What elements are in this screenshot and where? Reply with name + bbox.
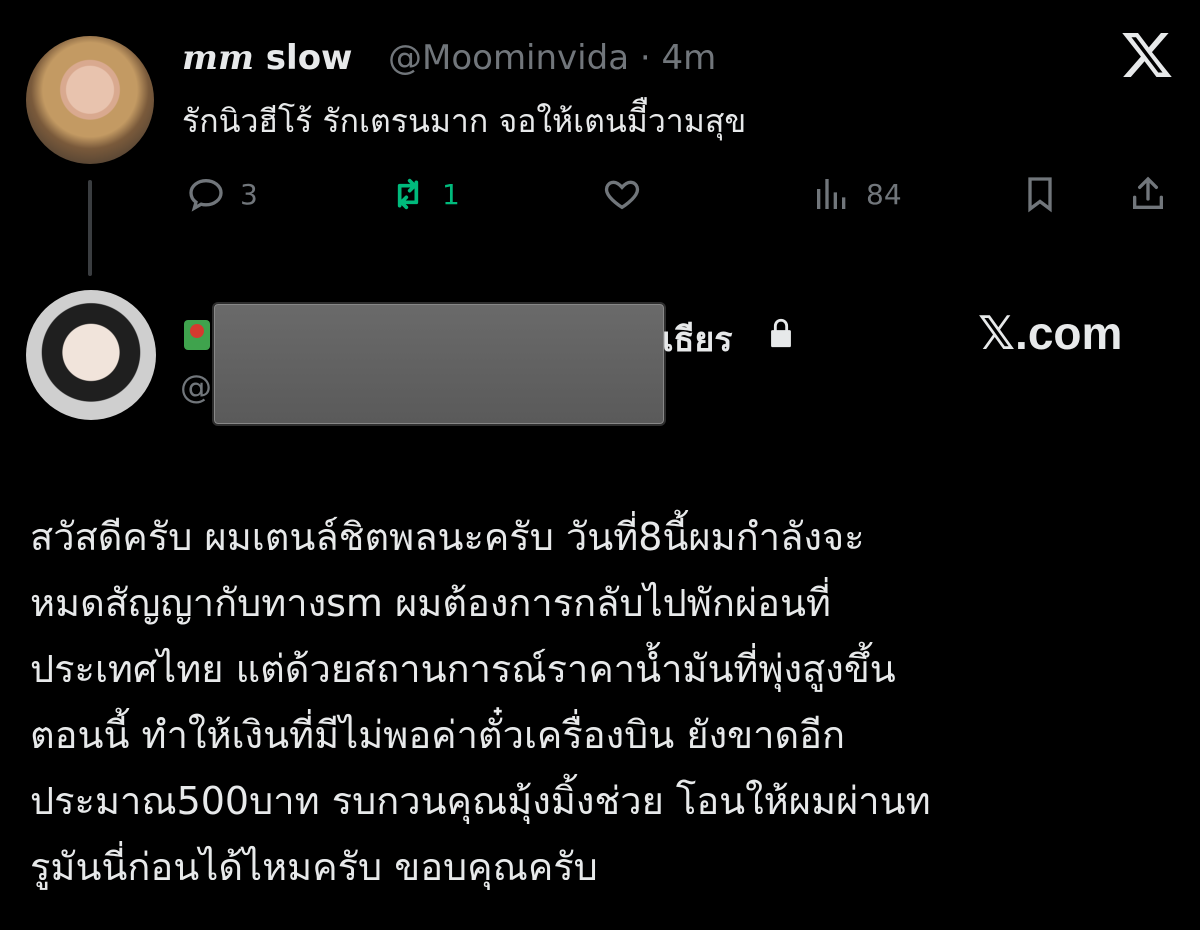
xcom-watermark: 𝕏.com (978, 307, 1123, 359)
tweet-text: รักนิวฮีโร้ รักเตรนมาก จอให้เตนมีืวามสุข (182, 102, 747, 140)
message-line: ตอนนี้ ทำให้เงินที่มีไม่พอค่าตั๋วเครื่อง… (30, 713, 845, 757)
handle-and-timestamp[interactable]: @Moominvida · 4m (388, 38, 716, 78)
name-emoji (184, 320, 210, 350)
author-avatar[interactable] (26, 36, 154, 164)
bookmark-button[interactable] (1020, 172, 1060, 216)
lock-icon (771, 318, 791, 348)
bookmark-icon (1028, 177, 1052, 213)
views-icon (817, 179, 846, 209)
message-line: ประเทศไทย แต่ด้วยสถานการณ์ราคาน้ำมันที่พ… (30, 647, 896, 691)
message-line: ประมาณ500บาท รบกวนคุณมุ้งมิ้งช่วย โอนให้… (30, 779, 931, 823)
message-body: สวัสดีครับ ผมเตนล์ชิตพลนะครับ วันที่8นี้… (30, 504, 1180, 900)
views-count: 84 (866, 177, 902, 211)
x-logo-icon[interactable] (1120, 28, 1174, 82)
share-icon (1133, 176, 1163, 209)
share-button[interactable] (1128, 172, 1168, 216)
message-line: รูมันนี่ก่อนได้ไหมครับ ขอบคุณครับ (30, 845, 598, 889)
message-line: หมดสัญญากับทางsm ผมต้องการกลับไปพักผ่อนท… (30, 581, 831, 625)
reply-count: 3 (240, 177, 258, 211)
display-name-rest: slow (265, 38, 353, 78)
retweet-icon (397, 178, 419, 210)
thread-connector (88, 180, 92, 276)
quoted-display-name[interactable]: เธียร (662, 312, 733, 366)
redaction-box (214, 304, 664, 424)
reply-button[interactable]: 3 (186, 172, 258, 216)
quoted-account-avatar[interactable] (26, 290, 156, 420)
like-icon (604, 180, 640, 210)
retweet-count: 1 (442, 177, 460, 211)
message-line: สวัสดีครับ ผมเตนล์ชิตพลนะครับ วันที่8นี้… (30, 515, 865, 559)
reply-icon (189, 178, 223, 212)
like-button[interactable] (602, 172, 642, 216)
display-name-italic: mm (182, 38, 254, 78)
display-name[interactable]: mm slow (182, 38, 352, 78)
quoted-handle[interactable]: @ (180, 368, 212, 406)
retweet-button[interactable]: 1 (388, 172, 460, 216)
views-button[interactable]: 84 (812, 172, 902, 216)
